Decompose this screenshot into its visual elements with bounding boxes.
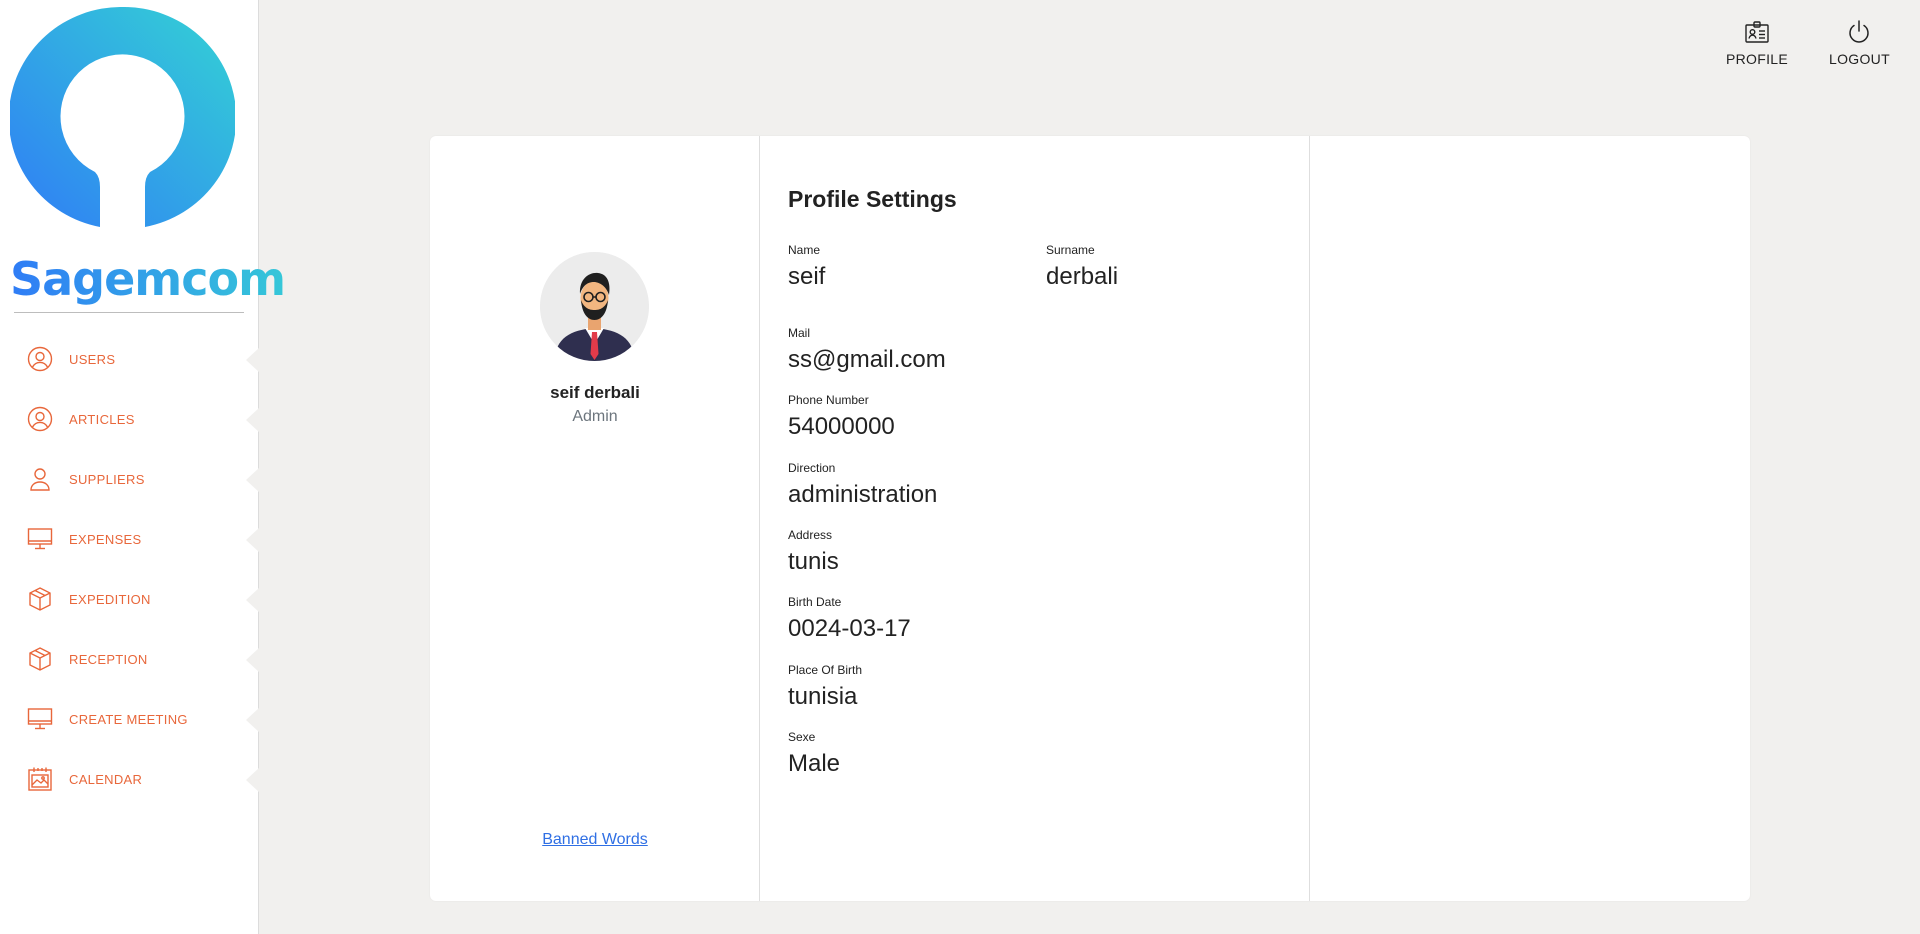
active-notch: [246, 527, 260, 553]
id-card-icon: [1743, 18, 1771, 46]
sidebar-item-label: SUPPLIERS: [69, 471, 145, 487]
address-value: tunis: [788, 548, 839, 575]
sidebar-item-label: RECEPTION: [69, 651, 148, 667]
user-icon: [27, 466, 53, 492]
sidebar-item-label: ARTICLES: [69, 411, 135, 427]
direction-value: administration: [788, 481, 938, 508]
surname-field: Surname derbali: [1046, 243, 1118, 291]
logout-label: LOGOUT: [1829, 51, 1890, 67]
sidebar-item-expenses[interactable]: EXPENSES: [0, 509, 260, 569]
direction-field: Direction administration: [788, 461, 937, 509]
banned-words-link[interactable]: Banned Words: [430, 831, 760, 849]
sidebar: Sagemcom USERS ARTICLES SUPPLIERS EXPENS…: [0, 0, 286, 934]
box-icon: [27, 646, 53, 672]
avatar-image: [540, 252, 649, 361]
mail-field: Mail ss@gmail.com: [788, 326, 946, 374]
address-label: Address: [788, 528, 833, 542]
name-field: Name seif: [788, 243, 825, 291]
active-notch: [246, 407, 260, 433]
birth-date-value: 0024-03-17: [788, 615, 911, 642]
place-of-birth-label: Place Of Birth: [788, 663, 863, 677]
divider: [14, 312, 244, 313]
sidebar-item-label: CREATE MEETING: [69, 711, 188, 727]
calendar-icon: [27, 766, 53, 792]
phone-field: Phone Number 54000000: [788, 393, 895, 441]
active-notch: [246, 347, 260, 373]
profile-button[interactable]: PROFILE: [1726, 18, 1788, 67]
direction-label: Direction: [788, 461, 836, 475]
sidebar-item-reception[interactable]: RECEPTION: [0, 629, 260, 689]
sidebar-item-expedition[interactable]: EXPEDITION: [0, 569, 260, 629]
surname-value: derbali: [1046, 263, 1119, 290]
brand-name: Sagemcom: [10, 252, 286, 306]
sidebar-item-calendar[interactable]: CALENDAR: [0, 749, 260, 809]
profile-card: seif derbali Admin Banned Words Profile …: [430, 136, 1750, 901]
profile-summary: seif derbali Admin Banned Words: [430, 136, 760, 901]
sexe-field: Sexe Male: [788, 730, 840, 778]
brand-logo-icon: [10, 7, 235, 227]
sidebar-item-label: USERS: [69, 351, 116, 367]
profile-role: Admin: [572, 408, 618, 425]
sidebar-item-create-meeting[interactable]: CREATE MEETING: [0, 689, 260, 749]
sidebar-nav: USERS ARTICLES SUPPLIERS EXPENSES EXPEDI…: [0, 329, 260, 809]
name-value: seif: [788, 263, 826, 290]
active-notch: [246, 767, 260, 793]
user-circle-icon: [27, 406, 53, 432]
monitor-icon: [27, 706, 53, 732]
active-notch: [246, 467, 260, 493]
user-circle-icon: [27, 346, 53, 372]
active-notch: [246, 707, 260, 733]
monitor-icon: [27, 526, 53, 552]
power-icon: [1845, 18, 1873, 46]
profile-full-name: seif derbali: [550, 383, 640, 402]
place-of-birth-field: Place Of Birth tunisia: [788, 663, 862, 711]
name-label: Name: [788, 243, 821, 257]
mail-value: ss@gmail.com: [788, 346, 946, 373]
phone-label: Phone Number: [788, 393, 869, 407]
avatar: [540, 252, 649, 361]
box-icon: [27, 586, 53, 612]
surname-label: Surname: [1046, 243, 1095, 257]
active-notch: [246, 587, 260, 613]
place-of-birth-value: tunisia: [788, 683, 858, 710]
sidebar-item-articles[interactable]: ARTICLES: [0, 389, 260, 449]
logout-button[interactable]: LOGOUT: [1829, 18, 1890, 67]
birth-date-field: Birth Date 0024-03-17: [788, 595, 911, 643]
sidebar-item-label: CALENDAR: [69, 771, 143, 787]
profile-label: PROFILE: [1726, 51, 1789, 67]
sidebar-item-suppliers[interactable]: SUPPLIERS: [0, 449, 260, 509]
sexe-label: Sexe: [788, 730, 816, 744]
active-notch: [246, 647, 260, 673]
sidebar-item-users[interactable]: USERS: [0, 329, 260, 389]
address-field: Address tunis: [788, 528, 839, 576]
mail-label: Mail: [788, 326, 811, 340]
sidebar-item-label: EXPEDITION: [69, 591, 151, 607]
birth-date-label: Birth Date: [788, 595, 842, 609]
phone-value: 54000000: [788, 413, 895, 440]
page-title: Profile Settings: [788, 186, 957, 212]
profile-settings: Profile Settings Name seif Surname derba…: [760, 136, 1310, 901]
sexe-value: Male: [788, 750, 841, 777]
sidebar-item-label: EXPENSES: [69, 531, 142, 547]
